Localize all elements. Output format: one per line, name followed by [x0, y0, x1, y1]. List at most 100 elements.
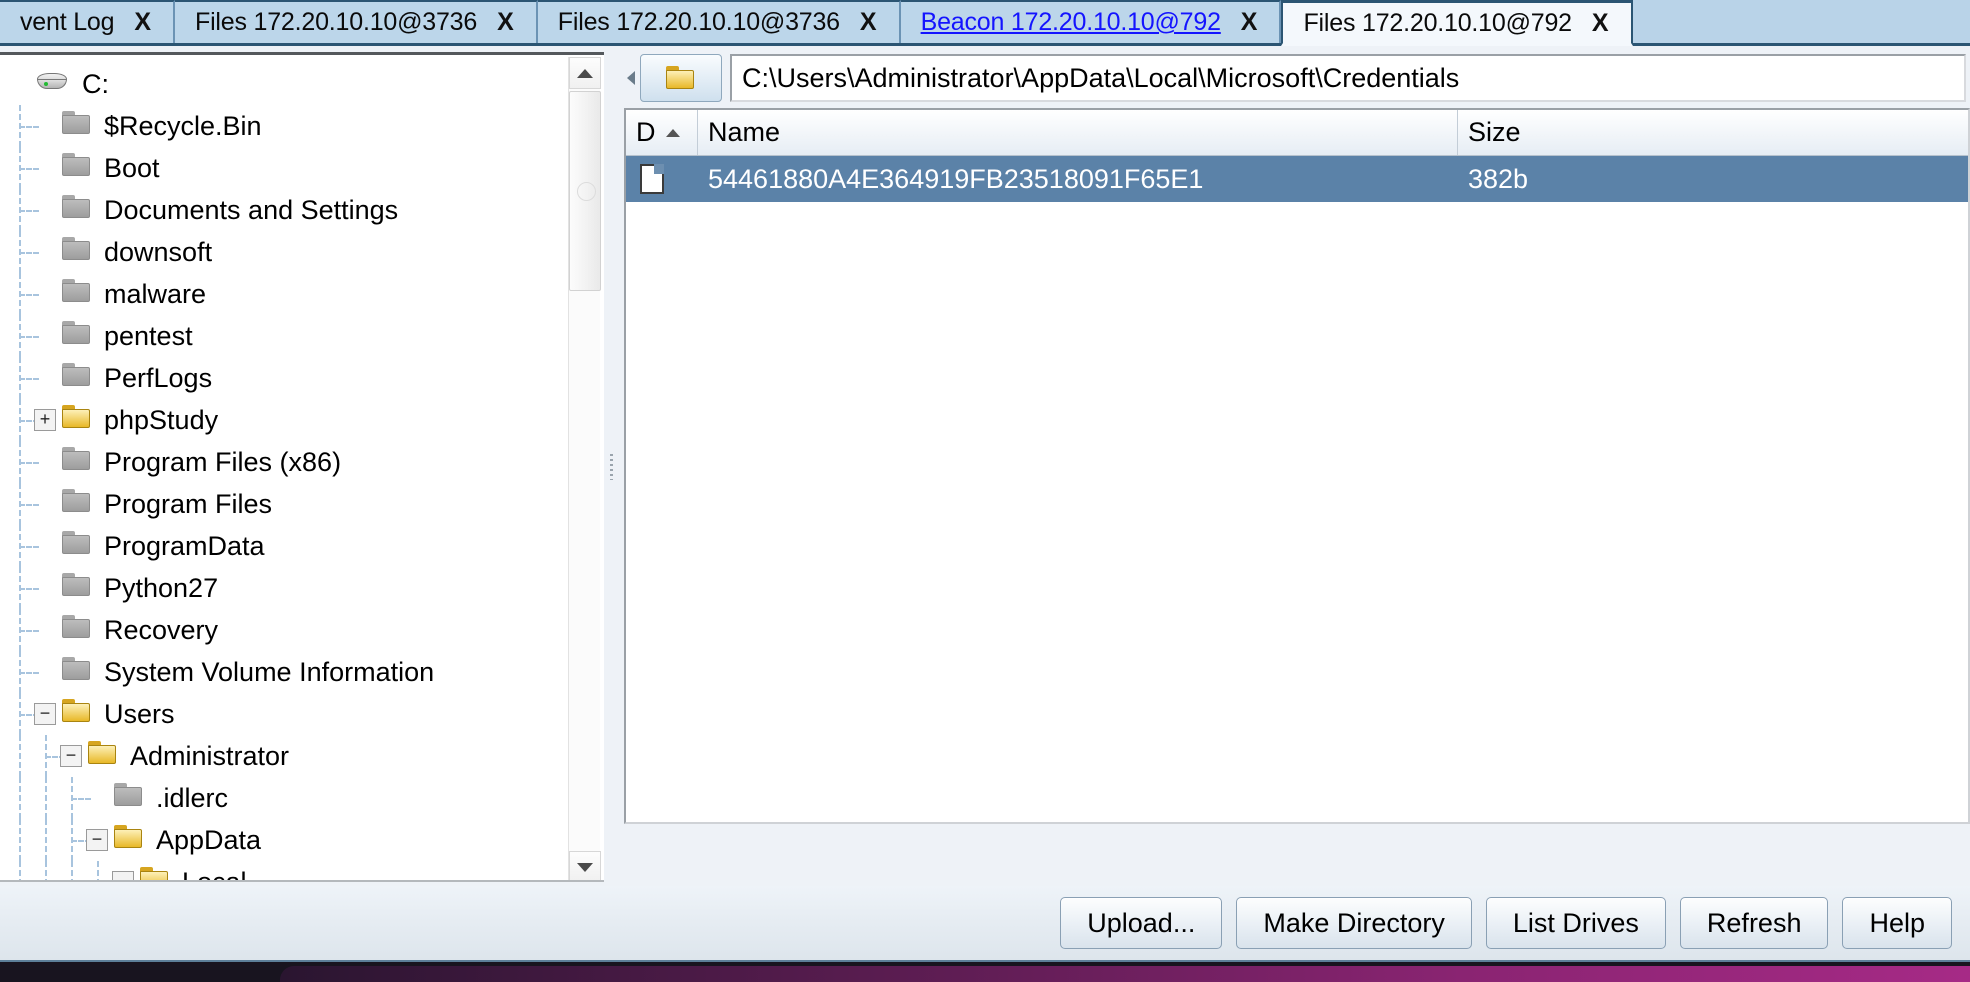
folder-gray-icon	[62, 152, 92, 184]
tree-indent	[0, 693, 39, 735]
column-header-name[interactable]: Name	[698, 110, 1458, 155]
help-button[interactable]: Help	[1842, 897, 1952, 949]
tree-expand-icon[interactable]: +	[34, 409, 56, 431]
file-table-body: 54461880A4E364919FB23518091F65E1 382b	[626, 156, 1968, 202]
folder-gray-icon	[62, 320, 92, 352]
refresh-button[interactable]: Refresh	[1679, 897, 1829, 949]
list-drives-button[interactable]: List Drives	[1485, 897, 1666, 949]
column-header-size[interactable]: Size	[1458, 110, 1968, 155]
sort-ascending-icon	[665, 128, 680, 137]
tree-indent	[0, 483, 39, 525]
tab-close-icon[interactable]: X	[493, 8, 518, 37]
tree-collapse-icon[interactable]: −	[34, 703, 56, 725]
tree-item-downsoft[interactable]: downsoft	[0, 231, 568, 273]
tab-close-icon[interactable]: X	[1588, 9, 1613, 38]
tree-item-program-files-x86[interactable]: Program Files (x86)	[0, 441, 568, 483]
tab-close-icon[interactable]: X	[856, 8, 881, 37]
tree-toggle-placeholder	[34, 283, 56, 305]
tree-item-idlerc[interactable]: .idlerc	[0, 777, 568, 819]
tree-item-label: pentest	[104, 320, 193, 351]
file-table-header: D Name Size	[626, 110, 1968, 156]
tree-indent	[0, 735, 65, 777]
parent-directory-button[interactable]	[640, 54, 722, 102]
folder-gold-icon	[62, 698, 92, 730]
tree-item-documents-and-settings[interactable]: Documents and Settings	[0, 189, 568, 231]
tree-indent	[0, 777, 91, 819]
tree-collapse-icon[interactable]: −	[86, 829, 108, 851]
folder-gold-icon	[62, 404, 92, 436]
tree-item-label: phpStudy	[104, 404, 219, 435]
tree-item-administrator[interactable]: − Administrator	[0, 735, 568, 777]
tab-close-icon[interactable]: X	[130, 8, 155, 37]
arrow-down-icon	[577, 862, 593, 872]
scrollbar-thumb[interactable]	[569, 91, 601, 291]
upload-button[interactable]: Upload...	[1060, 897, 1223, 949]
tab-label: Files 172.20.10.10@792	[1303, 8, 1572, 37]
tree-indent	[0, 231, 39, 273]
tree-item-label: ProgramData	[104, 530, 265, 561]
tree-item-phpstudy[interactable]: + phpStudy	[0, 399, 568, 441]
tab-bar: vent Log X Files 172.20.10.10@3736 X Files 1…	[0, 0, 1970, 46]
tree-item-appdata[interactable]: − AppData	[0, 819, 568, 861]
tree-item-system-volume-information[interactable]: System Volume Information	[0, 651, 568, 693]
folder-gray-icon	[62, 194, 92, 226]
scroll-down-button[interactable]	[569, 851, 601, 880]
tree-item-c[interactable]: C:	[0, 63, 568, 105]
tree-item-label: malware	[104, 278, 207, 309]
tree-collapse-icon[interactable]: −	[112, 871, 134, 880]
tree-item-label: Local	[182, 867, 247, 881]
tree-item-program-files[interactable]: Program Files	[0, 483, 568, 525]
tree-item-recovery[interactable]: Recovery	[0, 609, 568, 651]
tab-close-icon[interactable]: X	[1237, 8, 1262, 37]
column-header-d[interactable]: D	[626, 110, 698, 155]
tree-indent	[0, 273, 39, 315]
tab-0[interactable]: vent Log X	[0, 0, 175, 43]
arrow-up-icon	[577, 68, 593, 78]
tab-3[interactable]: Beacon 172.20.10.10@792 X	[900, 0, 1282, 43]
tree-toggle-placeholder	[34, 325, 56, 347]
tree-item-perflogs[interactable]: PerfLogs	[0, 357, 568, 399]
panel-splitter[interactable]	[604, 52, 618, 882]
tree-item-programdata[interactable]: ProgramData	[0, 525, 568, 567]
tree-item-label: C:	[82, 68, 109, 99]
folder-gray-icon	[62, 110, 92, 142]
tree-item-users[interactable]: − Users	[0, 693, 568, 735]
table-row[interactable]: 54461880A4E364919FB23518091F65E1 382b	[626, 156, 1968, 202]
tree-item-recycle-bin[interactable]: $Recycle.Bin	[0, 105, 568, 147]
tab-1[interactable]: Files 172.20.10.10@3736 X	[175, 0, 538, 43]
tree-toggle-placeholder	[34, 157, 56, 179]
tree-item-label: Program Files (x86)	[104, 446, 342, 477]
tree-item-label: $Recycle.Bin	[104, 110, 262, 141]
tree-toggle-placeholder	[34, 535, 56, 557]
folder-gray-icon	[62, 656, 92, 688]
file-size-cell: 382b	[1468, 163, 1529, 194]
tree-item-label: Python27	[104, 572, 219, 603]
tree-item-python27[interactable]: Python27	[0, 567, 568, 609]
tree-toggle-placeholder	[34, 493, 56, 515]
tab-2[interactable]: Files 172.20.10.10@3736 X	[537, 0, 901, 43]
scroll-up-button[interactable]	[569, 57, 601, 89]
tree-vertical-scrollbar[interactable]	[568, 57, 601, 880]
tree-collapse-icon[interactable]: −	[60, 745, 82, 767]
tree-toggle-placeholder	[34, 577, 56, 599]
tab-label: Files 172.20.10.10@3736	[557, 8, 840, 36]
directory-tree[interactable]: C: $Recycle.Bin Boot Documents and Settings…	[0, 55, 568, 880]
tab-label: vent Log	[20, 8, 115, 36]
tree-item-label: Boot	[104, 152, 160, 183]
tree-item-pentest[interactable]: pentest	[0, 315, 568, 357]
file-table: D Name Size 54461880A4E364919FB23518091F…	[624, 108, 1970, 824]
tree-item-boot[interactable]: Boot	[0, 147, 568, 189]
tree-item-label: downsoft	[104, 236, 213, 267]
tab-4[interactable]: Files 172.20.10.10@792 X	[1281, 0, 1633, 46]
column-header-d-label: D	[636, 117, 656, 147]
tree-item-malware[interactable]: malware	[0, 273, 568, 315]
tree-item-local[interactable]: − Local	[0, 861, 568, 880]
folder-gray-icon	[62, 362, 92, 394]
collapse-splitter-button[interactable]	[624, 71, 638, 85]
tree-indent	[0, 651, 39, 693]
folder-gray-icon	[62, 572, 92, 604]
tree-toggle-placeholder	[34, 199, 56, 221]
path-input[interactable]: C:\Users\Administrator\AppData\Local\Mic…	[730, 54, 1966, 102]
make-directory-button[interactable]: Make Directory	[1236, 897, 1472, 949]
